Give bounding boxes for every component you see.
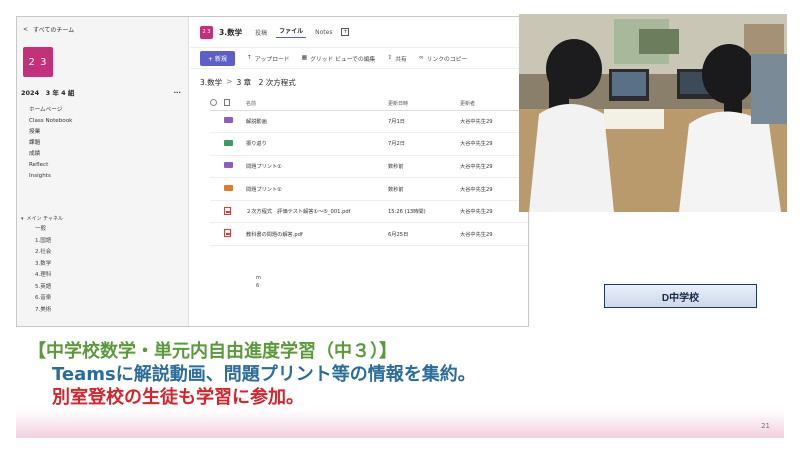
channel-title: 3.数学: [219, 27, 243, 37]
teams-sidebar: < すべてのチーム 2 3 2024 3 年 4 組 ... ホームページ Cl…: [17, 17, 189, 326]
file-row[interactable]: 問題プリント① 数秒前 大谷中先生29: [210, 155, 528, 179]
file-modified: 7月1日: [388, 110, 460, 134]
teams-main: 2 3 3.数学 投稿 ファイル Notes + + 新規 ↑ アップロード ▦…: [190, 17, 528, 326]
channel-item-science[interactable]: 4.理科: [35, 270, 51, 282]
command-bar: + 新規 ↑ アップロード ▦ グリッド ビューでの編集 ⇪ 共有 ∞ リンクの…: [190, 47, 528, 69]
folder-icon: [224, 185, 233, 192]
caption-line-remote: 別室登校の生徒も学習に参加。: [52, 387, 304, 408]
column-modified[interactable]: 更新日時: [388, 97, 460, 111]
caption-title: 【中学校数学・単元内自由進度学習（中３）】: [28, 341, 397, 362]
link-icon: ∞: [418, 55, 424, 61]
copy-link-button[interactable]: ∞ リンクのコピー: [419, 54, 467, 63]
channel-item-japanese[interactable]: 1.国語: [35, 236, 51, 248]
file-row[interactable]: ２次方程式 評価テスト解答①〜⑤_001.pdf 15:26 (13時間) 大谷…: [210, 200, 528, 224]
column-name[interactable]: 名前: [246, 97, 388, 111]
tab-files[interactable]: ファイル: [276, 26, 307, 38]
channel-list: 一般 1.国語 2.社会 3.数学 4.理科 5.英語 6.音楽 7.美術: [35, 224, 51, 316]
channel-item-math[interactable]: 3.数学: [35, 259, 51, 271]
channel-item-english[interactable]: 5.英語: [35, 282, 51, 294]
team-nav: ホームページ Class Notebook 授業 課題 成績 Reflect I…: [29, 105, 72, 182]
file-row[interactable]: 教科書の問題の解答.pdf 6月25日 大谷中先生29: [210, 222, 528, 247]
file-name[interactable]: 問題プリント②: [246, 177, 388, 201]
school-label: D中学校: [604, 284, 757, 308]
breadcrumb-item-math[interactable]: 3.数学: [200, 77, 222, 88]
tab-posts[interactable]: 投稿: [252, 28, 270, 37]
breadcrumb-item-chapter: 3 章 2 次方程式: [236, 78, 296, 87]
share-icon: ⇪: [387, 55, 393, 61]
channel-tabbar: 2 3 3.数学 投稿 ファイル Notes +: [190, 17, 528, 47]
nav-item-home[interactable]: ホームページ: [29, 105, 72, 116]
add-tab-button[interactable]: +: [341, 28, 350, 36]
teams-screenshot: < すべてのチーム 2 3 2024 3 年 4 組 ... ホームページ Cl…: [16, 16, 529, 327]
list-trailing-text: m 6: [256, 275, 261, 289]
folder-icon: [224, 162, 233, 169]
file-modified-by: 大谷中先生29: [460, 222, 528, 247]
page-number: 21: [761, 422, 770, 430]
file-type-icon: [224, 98, 230, 106]
team-name-row: 2024 3 年 4 組 ...: [21, 87, 181, 97]
file-modified: 数秒前: [388, 177, 460, 201]
footer-band: [16, 410, 784, 438]
file-row[interactable]: 振り返り 7月2日 大谷中先生29: [210, 132, 528, 156]
breadcrumb: 3.数学 > 3 章 2 次方程式: [200, 77, 296, 88]
channel-item-social[interactable]: 2.社会: [35, 247, 51, 259]
breadcrumb-separator-icon: >: [226, 77, 233, 86]
channel-item-music[interactable]: 6.音楽: [35, 293, 51, 305]
grid-edit-button[interactable]: ▦ グリッド ビューでの編集: [302, 54, 376, 63]
file-modified: 数秒前: [388, 155, 460, 179]
file-modified: 6月25日: [388, 222, 460, 247]
more-options-icon[interactable]: ...: [174, 87, 181, 97]
nav-item-assignments[interactable]: 課題: [29, 138, 72, 149]
select-all-radio[interactable]: [210, 98, 217, 106]
file-name[interactable]: 振り返り: [246, 132, 388, 156]
file-name[interactable]: 問題プリント①: [246, 155, 388, 179]
nav-item-lessons[interactable]: 授業: [29, 127, 72, 138]
new-button[interactable]: + 新規: [200, 50, 235, 66]
classroom-photo: [519, 14, 787, 212]
file-modified: 7月2日: [388, 132, 460, 156]
team-name: 2024 3 年 4 組: [21, 89, 75, 97]
caret-down-icon: ▾: [21, 215, 24, 222]
file-row[interactable]: 問題プリント② 数秒前 大谷中先生29: [210, 177, 528, 201]
file-list: 名前 更新日時 更新者 解説動画 7月1日 大谷中先生29 振り返り 7月2日 …: [210, 97, 528, 247]
team-avatar: 2 3: [23, 47, 53, 77]
file-row[interactable]: 解説動画 7月1日 大谷中先生29: [210, 110, 528, 134]
nav-item-grades[interactable]: 成績: [29, 149, 72, 160]
upload-button[interactable]: ↑ アップロード: [247, 54, 290, 63]
channel-item-general[interactable]: 一般: [35, 224, 51, 236]
tab-notes[interactable]: Notes: [312, 29, 335, 36]
chevron-left-icon: <: [23, 26, 29, 33]
channels-header[interactable]: ▾ メイン チャネル: [21, 215, 63, 223]
folder-icon: [224, 139, 233, 146]
nav-item-class-notebook[interactable]: Class Notebook: [29, 116, 72, 127]
grid-icon: ▦: [301, 55, 308, 61]
channel-avatar: 2 3: [200, 25, 213, 39]
caption-line-teams: Teamsに解説動画、問題プリント等の情報を集約。: [52, 364, 476, 385]
channel-item-art[interactable]: 7.美術: [35, 305, 51, 317]
file-list-header: 名前 更新日時 更新者: [210, 97, 528, 111]
share-button[interactable]: ⇪ 共有: [387, 54, 406, 63]
file-name[interactable]: 教科書の問題の解答.pdf: [246, 222, 388, 247]
slide-caption: 【中学校数学・単元内自由進度学習（中３）】 Teamsに解説動画、問題プリント等…: [28, 340, 476, 409]
upload-icon: ↑: [246, 55, 252, 61]
folder-icon: [224, 117, 233, 124]
pdf-file-icon: [224, 229, 231, 238]
file-modified: 15:26 (13時間): [388, 200, 460, 224]
file-name[interactable]: 解説動画: [246, 110, 388, 134]
back-to-all-teams[interactable]: < すべてのチーム: [23, 25, 74, 34]
nav-item-insights[interactable]: Insights: [29, 171, 72, 182]
nav-item-reflect[interactable]: Reflect: [29, 160, 72, 171]
file-name[interactable]: ２次方程式 評価テスト解答①〜⑤_001.pdf: [246, 200, 388, 224]
pdf-file-icon: [224, 206, 231, 215]
